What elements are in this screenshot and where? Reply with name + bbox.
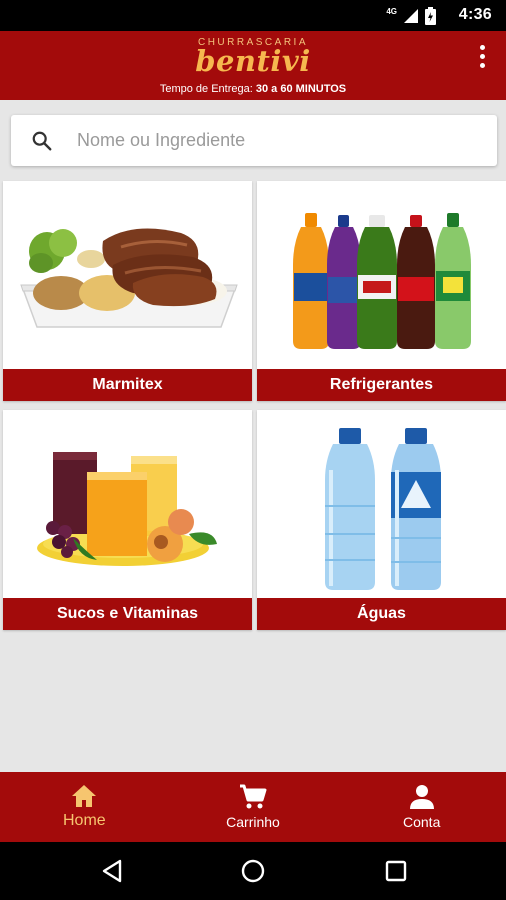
back-icon[interactable] — [99, 858, 125, 884]
delivery-label: Tempo de Entrega: — [159, 83, 253, 95]
sucos-image — [37, 452, 217, 566]
delivery-time: Tempo de Entrega: 30 a 60 MINUTOS — [0, 83, 506, 95]
search-icon — [32, 131, 52, 151]
home-circle-icon[interactable] — [240, 858, 266, 884]
recents-icon[interactable] — [383, 858, 409, 884]
menu-dot — [479, 44, 485, 50]
search-input[interactable] — [77, 123, 477, 158]
delivery-value: 30 a 60 MINUTOS — [255, 83, 347, 95]
category-tile-sucos[interactable]: Sucos e Vitaminas — [3, 410, 252, 630]
category-label: Marmitex — [3, 369, 252, 401]
refrigerantes-image — [293, 213, 471, 349]
aguas-image — [325, 428, 441, 590]
person-icon — [409, 785, 434, 809]
status-icons: 4G — [386, 7, 436, 25]
nav-label-conta: Conta — [403, 814, 441, 830]
nav-label-home: Home — [62, 812, 106, 829]
menu-dot — [479, 53, 485, 59]
category-label: Águas — [257, 598, 506, 630]
category-tile-refrigerantes[interactable]: Refrigerantes — [257, 181, 506, 401]
system-navigation-bar — [0, 842, 506, 900]
status-bar: 4G 4:36 — [0, 0, 506, 31]
nav-item-carrinho[interactable]: Carrinho — [169, 772, 338, 842]
app-header: CHURRASCARIA bentivi Tempo de Entrega: 3… — [0, 31, 506, 100]
status-time: 4:36 — [458, 6, 492, 23]
category-label: Refrigerantes — [257, 369, 506, 401]
home-icon — [72, 785, 97, 807]
marmitex-image — [20, 228, 238, 328]
cart-icon — [240, 784, 267, 809]
bottom-navigation: Home Carrinho Conta — [0, 772, 506, 842]
signal-icon — [404, 9, 418, 23]
nav-item-conta[interactable]: Conta — [337, 772, 506, 842]
category-label: Sucos e Vitaminas — [3, 598, 252, 630]
menu-dot — [479, 62, 485, 68]
nav-item-home[interactable]: Home — [0, 772, 169, 842]
brand-name: bentivi — [195, 44, 311, 78]
battery-icon — [425, 7, 436, 25]
search-box[interactable] — [11, 115, 497, 166]
overflow-menu-button[interactable] — [470, 42, 494, 70]
nav-label-carrinho: Carrinho — [226, 814, 280, 830]
category-tile-aguas[interactable]: Águas — [257, 410, 506, 630]
category-tile-marmitex[interactable]: Marmitex — [3, 181, 252, 401]
brand-logo: CHURRASCARIA bentivi — [0, 37, 506, 78]
network-type-label: 4G — [386, 6, 397, 16]
